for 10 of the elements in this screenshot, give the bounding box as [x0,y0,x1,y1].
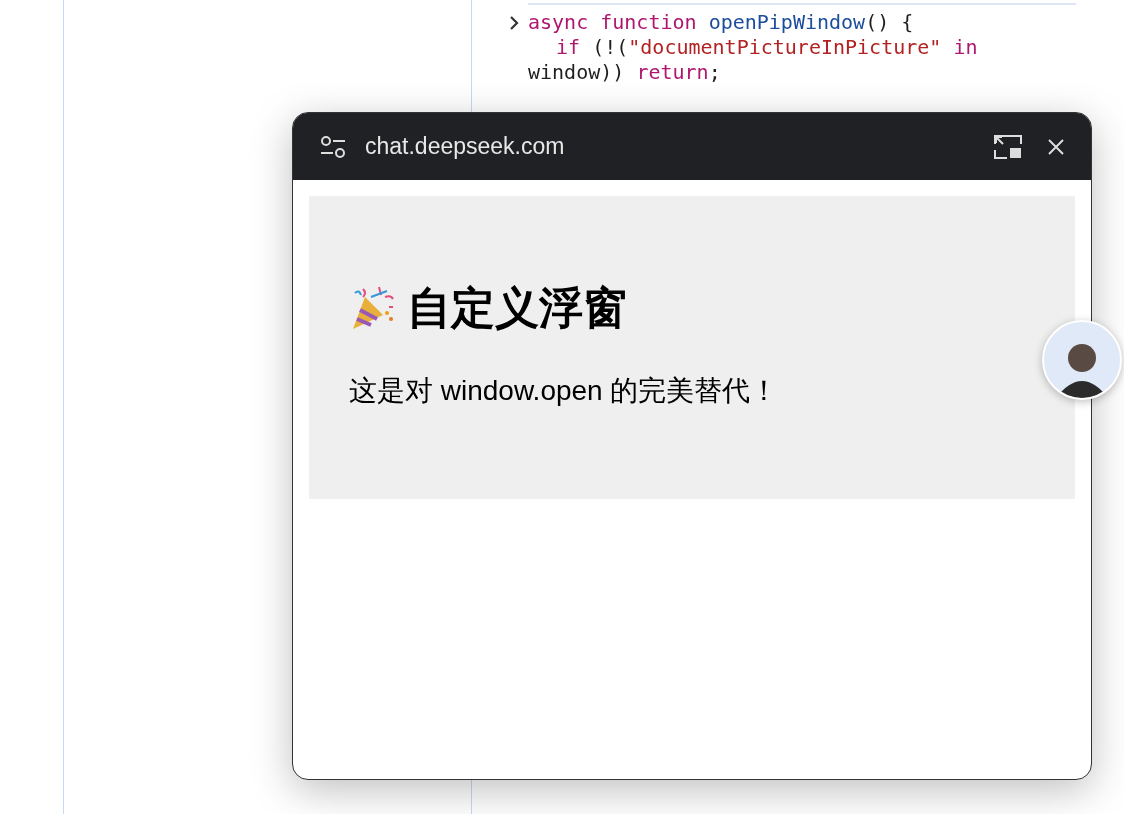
code-line: async function openPipWindow() { [528,10,914,35]
settings-sliders-icon[interactable] [319,133,347,160]
avatar[interactable] [1042,320,1122,400]
body-text: 这是对 window.open 的完美替代！ [349,374,780,408]
code-line: window)) return; [528,60,721,85]
back-to-tab-icon[interactable] [993,133,1023,160]
code-line: if (!("documentPictureInPicture" in [555,35,978,60]
close-icon[interactable] [1047,137,1065,156]
heading: 自定义浮窗 [407,282,627,334]
window-title: chat.deepseek.com [365,132,566,162]
